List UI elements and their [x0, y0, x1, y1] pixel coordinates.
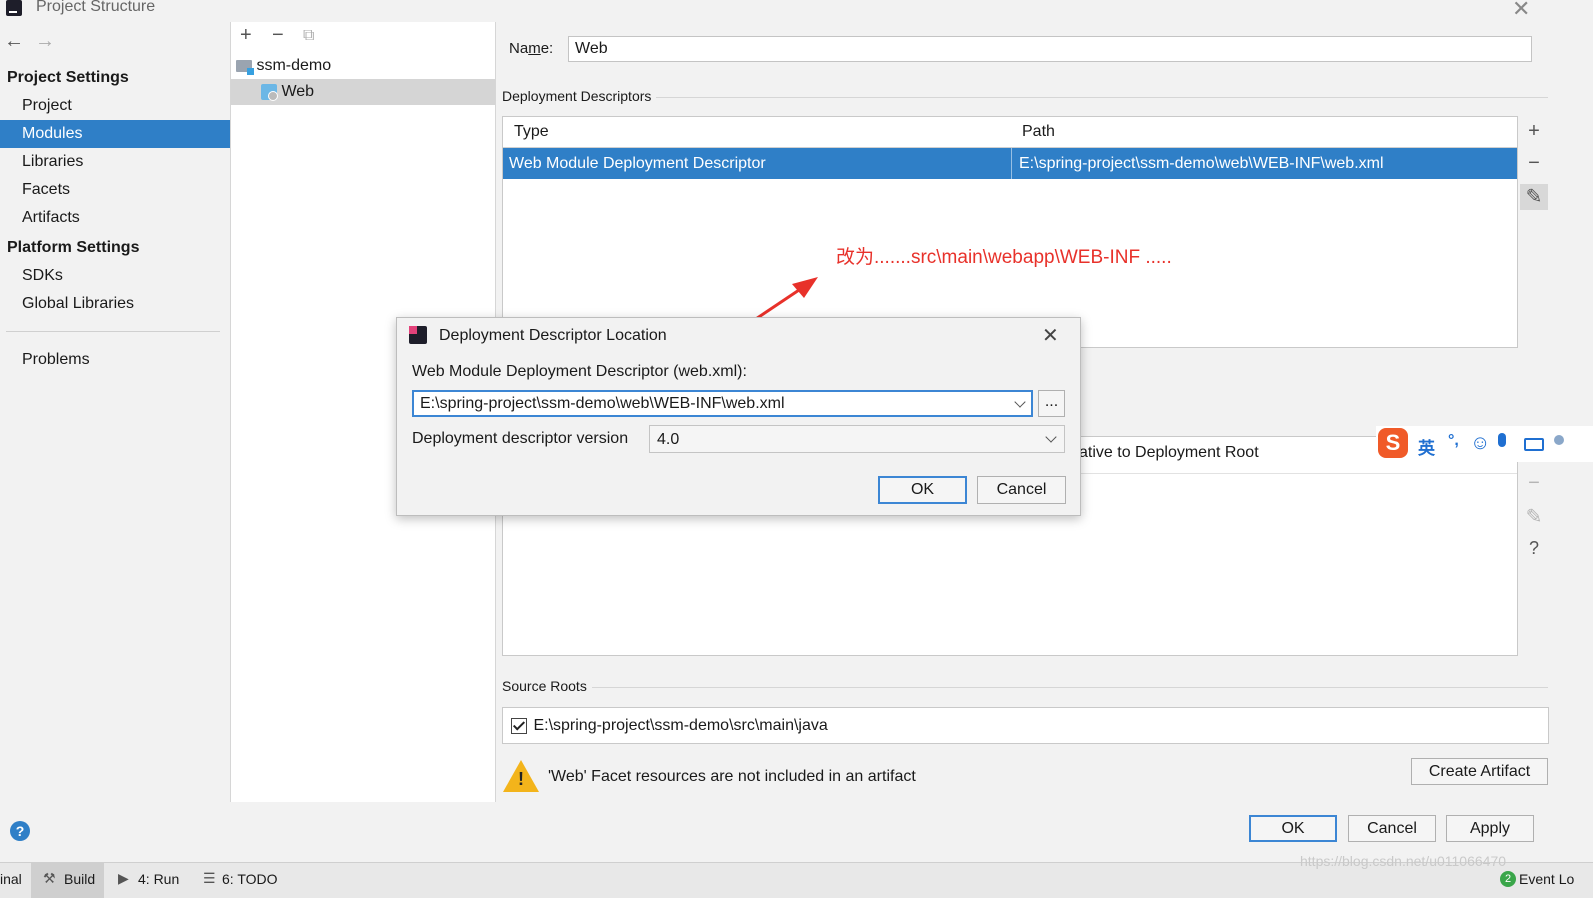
tree-item-ssm-demo[interactable]: ssm-demo	[231, 53, 495, 79]
event-count-badge: 2	[1500, 871, 1516, 887]
name-input[interactable]: Web	[568, 36, 1532, 62]
web-facet-icon	[261, 83, 278, 101]
help-resource-icon[interactable]: ?	[1520, 538, 1548, 559]
sidebar-item-global-libraries[interactable]: Global Libraries	[0, 290, 230, 318]
forward-arrow-icon[interactable]: →	[35, 30, 55, 53]
sidebar-item-project[interactable]: Project	[0, 92, 230, 120]
add-icon[interactable]: +	[240, 24, 252, 47]
sidebar-item-problems[interactable]: Problems	[0, 346, 230, 374]
ime-mode-toggle[interactable]: 英	[1418, 434, 1435, 459]
apply-button[interactable]: Apply	[1446, 815, 1534, 842]
column-header-relative-path[interactable]: ative to Deployment Root	[1079, 444, 1259, 462]
ok-button[interactable]: OK	[1249, 815, 1337, 842]
group-divider	[592, 687, 1548, 688]
hammer-icon: ⚒	[43, 870, 56, 886]
descriptor-version-value: 4.0	[657, 431, 680, 448]
settings-sidebar: ← → Project Settings Project Modules Lib…	[0, 22, 231, 802]
module-folder-icon	[236, 59, 254, 75]
source-roots-list: E:\spring-project\ssm-demo\src\main\java	[502, 707, 1549, 744]
descriptor-version-label: Deployment descriptor version	[412, 430, 629, 447]
column-header-type[interactable]: Type	[514, 117, 549, 147]
ime-punct-toggle[interactable]: °,	[1448, 432, 1459, 450]
create-artifact-button[interactable]: Create Artifact	[1411, 758, 1548, 785]
sidebar-item-sdks[interactable]: SDKs	[0, 262, 230, 290]
tool-tab-label: Build	[64, 871, 96, 887]
group-divider	[656, 97, 1548, 98]
sidebar-item-modules[interactable]: Modules	[0, 120, 230, 148]
edit-resource-icon[interactable]: ✎	[1520, 504, 1548, 529]
cell-divider	[1011, 148, 1012, 179]
dialog-close-icon[interactable]: ✕	[1042, 323, 1059, 348]
window-title: Project Structure	[36, 0, 156, 15]
name-label: Name:	[509, 40, 554, 57]
tool-tab-build[interactable]: ⚒ Build	[31, 863, 104, 898]
intellij-logo-icon	[409, 326, 427, 344]
remove-resource-icon[interactable]: −	[1520, 472, 1548, 495]
user-icon[interactable]	[1554, 435, 1564, 445]
microphone-icon[interactable]	[1498, 433, 1506, 447]
descriptor-path-value: E:\spring-project\ssm-demo\web\WEB-INF\w…	[420, 395, 785, 412]
sidebar-item-libraries[interactable]: Libraries	[0, 148, 230, 176]
add-descriptor-icon[interactable]: +	[1520, 120, 1548, 143]
tool-tab-terminal[interactable]: inal	[0, 871, 22, 887]
deployment-descriptor-location-dialog: Deployment Descriptor Location ✕ Web Mod…	[396, 317, 1081, 516]
window-close-icon[interactable]: ✕	[1512, 0, 1530, 22]
keyboard-icon[interactable]	[1524, 438, 1544, 451]
table-row[interactable]: Web Module Deployment Descriptor E:\spri…	[503, 148, 1517, 179]
annotation-text: 改为.......src\main\webapp\WEB-INF .....	[836, 247, 1172, 268]
sidebar-item-artifacts[interactable]: Artifacts	[0, 204, 230, 232]
tree-item-web[interactable]: Web	[231, 79, 495, 105]
back-arrow-icon[interactable]: ←	[4, 30, 24, 53]
dialog-footer: ? OK Cancel Apply	[0, 802, 1593, 854]
deployment-descriptors-title: Deployment Descriptors	[502, 88, 652, 104]
window-titlebar: Project Structure ✕	[0, 0, 1593, 22]
dialog-cancel-button[interactable]: Cancel	[977, 476, 1066, 504]
dialog-title: Deployment Descriptor Location	[439, 327, 667, 344]
column-header-path[interactable]: Path	[1022, 117, 1055, 147]
ime-toolbar: S 英 °, ☺	[1376, 426, 1593, 462]
edit-descriptor-icon[interactable]: ✎	[1520, 184, 1548, 210]
remove-icon[interactable]: −	[272, 24, 284, 47]
tree-item-label: ssm-demo	[256, 57, 332, 74]
descriptor-path-combobox[interactable]: E:\spring-project\ssm-demo\web\WEB-INF\w…	[412, 390, 1033, 417]
source-root-path: E:\spring-project\ssm-demo\src\main\java	[533, 717, 828, 734]
chevron-down-icon[interactable]	[1014, 396, 1026, 408]
tool-tab-run[interactable]: 4: Run	[138, 871, 179, 887]
watermark-text: https://blog.csdn.net/u011066470	[1300, 853, 1507, 869]
chevron-down-icon[interactable]	[1045, 431, 1057, 443]
sidebar-divider	[6, 331, 220, 332]
sogou-logo-icon[interactable]: S	[1378, 428, 1408, 458]
platform-settings-header: Platform Settings	[7, 239, 140, 256]
cancel-button[interactable]: Cancel	[1348, 815, 1436, 842]
project-settings-header: Project Settings	[7, 69, 129, 86]
descriptor-type-cell: Web Module Deployment Descriptor	[509, 155, 766, 172]
intellij-logo-icon	[6, 0, 22, 16]
tree-item-label: Web	[281, 83, 315, 100]
help-icon[interactable]: ?	[10, 821, 30, 841]
source-roots-title: Source Roots	[502, 678, 587, 694]
descriptor-version-select[interactable]: 4.0	[649, 425, 1065, 453]
event-log-tab[interactable]: Event Lo	[1519, 871, 1574, 887]
tool-tab-todo[interactable]: 6: TODO	[222, 871, 278, 887]
run-icon: ▶	[118, 870, 129, 886]
source-root-checkbox[interactable]	[511, 718, 527, 734]
warning-text: 'Web' Facet resources are not included i…	[548, 768, 916, 785]
sidebar-item-facets[interactable]: Facets	[0, 176, 230, 204]
browse-button[interactable]: ...	[1038, 390, 1065, 417]
warning-icon: !	[503, 760, 539, 792]
todo-list-icon: ☰	[203, 870, 216, 886]
emoji-icon[interactable]: ☺	[1470, 432, 1490, 455]
copy-icon[interactable]: ⧉	[303, 27, 314, 45]
source-root-item[interactable]: E:\spring-project\ssm-demo\src\main\java	[511, 717, 828, 735]
deployment-descriptors-table: Type Path Web Module Deployment Descript…	[502, 116, 1518, 348]
descriptor-path-label: Web Module Deployment Descriptor (web.xm…	[412, 363, 747, 380]
dialog-ok-button[interactable]: OK	[878, 476, 967, 504]
descriptor-path-cell: E:\spring-project\ssm-demo\web\WEB-INF\w…	[1019, 155, 1384, 172]
remove-descriptor-icon[interactable]: −	[1520, 152, 1548, 175]
ide-statusbar: inal ⚒ Build ▶ 4: Run ☰ 6: TODO https://…	[0, 853, 1593, 898]
